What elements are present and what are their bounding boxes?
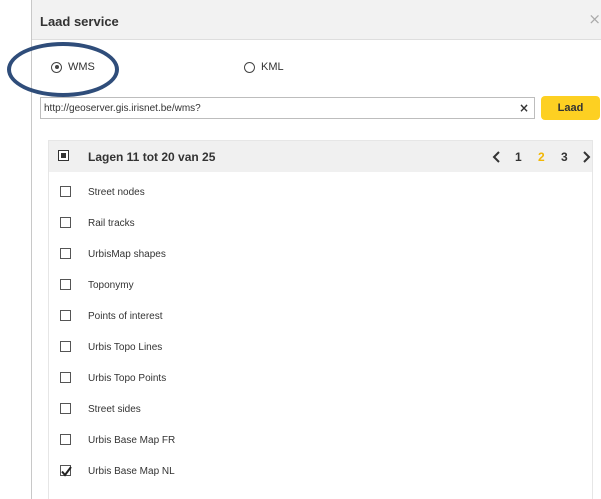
radio-wms[interactable]: WMS — [51, 59, 95, 75]
layer-checkbox[interactable] — [60, 186, 71, 197]
layer-row[interactable]: Urbis Topo Points — [49, 363, 592, 394]
url-input[interactable] — [40, 97, 535, 119]
layer-checkbox-checked[interactable] — [60, 465, 72, 477]
checkmark-icon — [61, 466, 72, 477]
load-button[interactable]: Laad — [541, 96, 600, 120]
layer-label: UrbisMap shapes — [88, 249, 166, 260]
layer-row[interactable]: Points of interest — [49, 301, 592, 332]
radio-selected-icon — [51, 61, 62, 73]
layer-checkbox[interactable] — [60, 279, 71, 290]
layer-label: Urbis Topo Points — [88, 373, 167, 384]
dialog-title: Laad service — [40, 14, 119, 29]
layer-label: Street nodes — [88, 187, 145, 198]
layer-row[interactable]: UrbisMap shapes — [49, 239, 592, 270]
layer-checkbox[interactable] — [60, 372, 71, 383]
layer-row[interactable]: Street sides — [49, 394, 592, 425]
chevron-right-icon[interactable] — [580, 151, 592, 163]
page-1-link[interactable]: 1 — [515, 150, 522, 164]
layer-row[interactable]: Toponymy — [49, 270, 592, 301]
layer-label: Urbis Topo Lines — [88, 342, 163, 353]
layer-checkbox[interactable] — [60, 434, 71, 445]
layer-checkbox[interactable] — [60, 341, 71, 352]
layer-checkbox[interactable] — [60, 403, 71, 414]
layer-label: Toponymy — [88, 280, 134, 291]
layers-panel-header: Lagen 11 tot 20 van 25 1 2 3 — [49, 141, 592, 172]
close-icon[interactable]: × — [588, 12, 601, 27]
layer-label: Points of interest — [88, 311, 163, 322]
layers-panel: Lagen 11 tot 20 van 25 1 2 3 Street node… — [48, 140, 593, 499]
dialog-titlebar: Laad service — [32, 0, 601, 40]
radio-kml-label: KML — [261, 61, 284, 73]
layer-label: Rail tracks — [88, 218, 135, 229]
layer-checkbox[interactable] — [60, 217, 71, 228]
layer-checkbox[interactable] — [60, 248, 71, 259]
radio-wms-label: WMS — [68, 61, 95, 73]
page-3-link[interactable]: 3 — [561, 150, 568, 164]
select-all-checkbox[interactable] — [58, 150, 69, 161]
layer-label: Urbis Base Map NL — [88, 466, 175, 477]
layer-label: Street sides — [88, 404, 141, 415]
chevron-left-icon[interactable] — [491, 151, 503, 163]
layer-checkbox[interactable] — [60, 310, 71, 321]
radio-kml[interactable]: KML — [244, 59, 284, 75]
clear-url-icon[interactable]: × — [519, 101, 529, 115]
layer-row[interactable]: Urbis Base Map NL — [49, 456, 592, 487]
layer-row[interactable]: Street nodes — [49, 177, 592, 208]
page-2-link[interactable]: 2 — [538, 150, 545, 164]
layer-row[interactable]: Urbis Base Map FR — [49, 425, 592, 456]
radio-unselected-icon — [244, 61, 255, 73]
layers-header-title: Lagen 11 tot 20 van 25 — [88, 150, 216, 164]
layer-label: Urbis Base Map FR — [88, 435, 176, 446]
layer-row[interactable]: Rail tracks — [49, 208, 592, 239]
layer-row[interactable]: Urbis Topo Lines — [49, 332, 592, 363]
